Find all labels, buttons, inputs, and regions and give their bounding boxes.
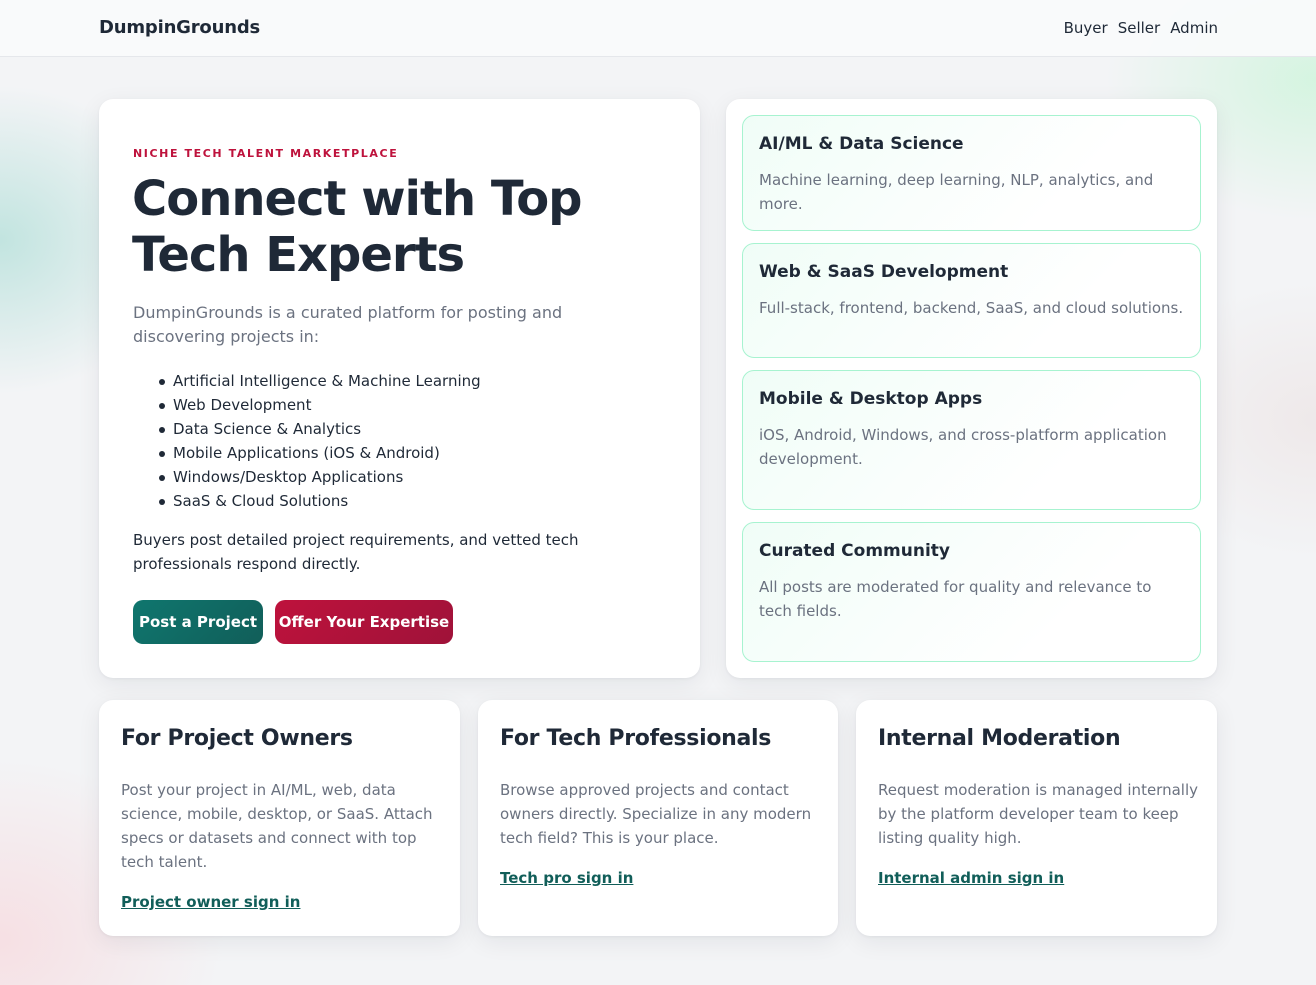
feature-text: iOS, Android, Windows, and cross-platfor… — [759, 426, 1167, 468]
list-item: Web Development — [159, 393, 653, 417]
card-title: Internal Moderation — [878, 726, 1121, 751]
list-item: Data Science & Analytics — [159, 417, 653, 441]
tech-fields-list: Artificial Intelligence & Machine Learni… — [159, 369, 653, 513]
feature-card-curated-community: Curated Community All posts are moderate… — [742, 522, 1201, 662]
brand-logo[interactable]: DumpinGrounds — [99, 17, 260, 38]
card-text: Post your project in AI/ML, web, data sc… — [121, 781, 433, 871]
project-owner-sign-in-link[interactable]: Project owner sign in — [121, 893, 300, 911]
project-owners-card: For Project Owners Post your project in … — [99, 700, 460, 936]
nav-link-seller[interactable]: Seller — [1118, 19, 1160, 37]
card-title: For Tech Professionals — [500, 726, 772, 751]
feature-card-web-saas: Web & SaaS Development Full-stack, front… — [742, 243, 1201, 358]
list-item: Artificial Intelligence & Machine Learni… — [159, 369, 653, 393]
offer-expertise-button[interactable]: Offer Your Expertise — [275, 600, 453, 644]
hero-description: Buyers post detailed project requirement… — [133, 531, 579, 573]
feature-card-ai-ml: AI/ML & Data Science Machine learning, d… — [742, 115, 1201, 231]
list-item: Mobile Applications (iOS & Android) — [159, 441, 653, 465]
card-text: Browse approved projects and contact own… — [500, 781, 812, 847]
card-text: Request moderation is managed internally… — [878, 781, 1198, 847]
features-panel: AI/ML & Data Science Machine learning, d… — [726, 99, 1217, 678]
feature-card-mobile-desktop: Mobile & Desktop Apps iOS, Android, Wind… — [742, 370, 1201, 510]
page-title: Connect with Top Tech Experts — [132, 171, 583, 283]
top-navbar: DumpinGrounds Buyer Seller Admin — [0, 0, 1316, 57]
internal-admin-sign-in-link[interactable]: Internal admin sign in — [878, 869, 1064, 887]
main-nav: Buyer Seller Admin — [1064, 19, 1218, 37]
hero-intro: DumpinGrounds is a curated platform for … — [133, 303, 563, 346]
list-item: Windows/Desktop Applications — [159, 465, 653, 489]
feature-text: Full-stack, frontend, backend, SaaS, and… — [759, 299, 1184, 317]
feature-text: Machine learning, deep learning, NLP, an… — [759, 171, 1154, 213]
feature-title: AI/ML & Data Science — [759, 134, 964, 154]
feature-title: Web & SaaS Development — [759, 262, 1009, 282]
nav-link-buyer[interactable]: Buyer — [1064, 19, 1108, 37]
feature-title: Mobile & Desktop Apps — [759, 389, 983, 409]
post-project-button[interactable]: Post a Project — [133, 600, 263, 644]
tech-professionals-card: For Tech Professionals Browse approved p… — [478, 700, 838, 936]
tech-pro-sign-in-link[interactable]: Tech pro sign in — [500, 869, 633, 887]
list-item: SaaS & Cloud Solutions — [159, 489, 653, 513]
hero-eyebrow: NICHE TECH TALENT MARKETPLACE — [133, 147, 399, 160]
internal-moderation-card: Internal Moderation Request moderation i… — [856, 700, 1217, 936]
card-title: For Project Owners — [121, 726, 353, 751]
feature-title: Curated Community — [759, 541, 951, 561]
nav-link-admin[interactable]: Admin — [1170, 19, 1218, 37]
hero-card: NICHE TECH TALENT MARKETPLACE Connect wi… — [99, 99, 700, 678]
feature-text: All posts are moderated for quality and … — [759, 578, 1152, 620]
